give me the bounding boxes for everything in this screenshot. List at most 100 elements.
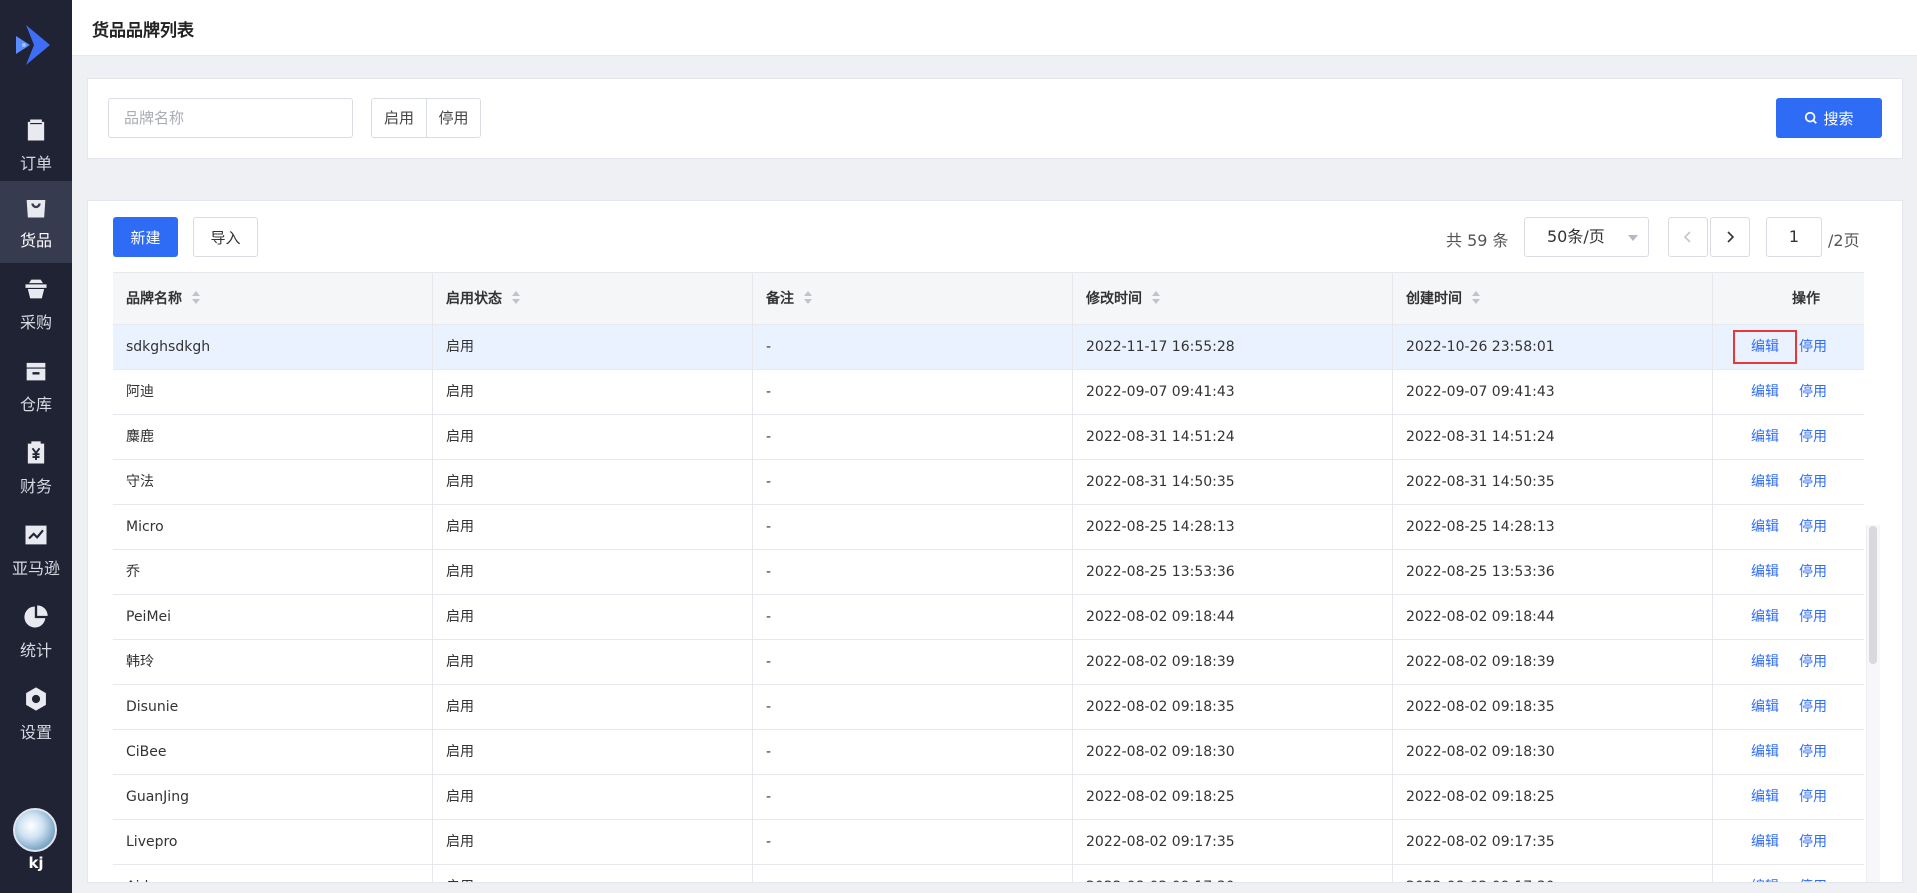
cell-actions: 编辑 停用 (1713, 865, 1864, 882)
table-row[interactable]: 阿迪 启用 -2022-09-07 09:41:43 2022-09-07 09:41… (113, 370, 1864, 415)
brand-table: 品牌名称 启用状态 备注 修改时间 创建时间 操作 sdkghsdkgh 启用 -2… (113, 272, 1864, 882)
status-disabled-option[interactable]: 停用 (426, 99, 480, 137)
cell-modified-time: 2022-08-25 13:53:36 (1073, 550, 1393, 594)
table-row[interactable]: 守法 启用 -2022-08-31 14:50:35 2022-08-31 14:50… (113, 460, 1864, 505)
disable-link[interactable]: 停用 (1799, 429, 1827, 445)
sidebar-item-finance[interactable]: 财务 (0, 427, 72, 509)
cell-actions: 编辑 停用 (1713, 415, 1864, 459)
cell-status: 启用 (433, 865, 753, 882)
disable-link[interactable]: 停用 (1799, 339, 1827, 355)
edit-link[interactable]: 编辑 (1751, 879, 1779, 882)
cell-modified-time: 2022-08-02 09:18:25 (1073, 775, 1393, 819)
sidebar-item-label: 订单 (19, 154, 52, 173)
sidebar-item-label: 采购 (19, 313, 52, 332)
chevron-down-icon (1628, 235, 1638, 241)
disable-link[interactable]: 停用 (1799, 654, 1827, 670)
sidebar-item-amazon[interactable]: 亚马逊 (0, 509, 72, 591)
edit-link[interactable]: 编辑 (1751, 429, 1779, 445)
table-row[interactable]: Livepro 启用 -2022-08-02 09:17:35 2022-08-02 … (113, 820, 1864, 865)
cell-actions: 编辑 停用 (1713, 460, 1864, 504)
cell-brand-name: sdkghsdkgh (113, 325, 433, 369)
scrollbar-thumb[interactable] (1869, 526, 1877, 664)
cell-created-time: 2022-10-26 23:58:01 (1393, 325, 1713, 369)
status-enabled-option[interactable]: 启用 (372, 99, 426, 137)
edit-link[interactable]: 编辑 (1751, 609, 1779, 625)
disable-link[interactable]: 停用 (1799, 609, 1827, 625)
table-row[interactable]: sdkghsdkgh 启用 -2022-11-17 16:55:28 2022-10-… (113, 325, 1864, 370)
table-row[interactable]: CiBee 启用 -2022-08-02 09:18:30 2022-08-02 09… (113, 730, 1864, 775)
edit-link[interactable]: 编辑 (1751, 564, 1779, 580)
table-row[interactable]: Micro 启用 -2022-08-25 14:28:13 2022-08-25 14… (113, 505, 1864, 550)
edit-link[interactable]: 编辑 (1751, 384, 1779, 400)
finance-icon (22, 439, 50, 467)
sort-icon[interactable] (1472, 291, 1480, 305)
cell-created-time: 2022-08-25 14:28:13 (1393, 505, 1713, 549)
edit-link[interactable]: 编辑 (1733, 330, 1797, 364)
gear-icon (22, 685, 50, 713)
disable-link[interactable]: 停用 (1799, 564, 1827, 580)
sidebar-item-statistics[interactable]: 统计 (0, 591, 72, 673)
column-header-actions: 操作 (1792, 291, 1820, 307)
disable-link[interactable]: 停用 (1799, 744, 1827, 760)
next-page-button[interactable] (1710, 217, 1750, 257)
cell-modified-time: 2022-08-02 09:18:35 (1073, 685, 1393, 729)
disable-link[interactable]: 停用 (1799, 789, 1827, 805)
table-row[interactable]: 麋鹿 启用 -2022-08-31 14:51:24 2022-08-31 14:51… (113, 415, 1864, 460)
cell-brand-name: Micro (113, 505, 433, 549)
cell-brand-name: GuanJing (113, 775, 433, 819)
new-button[interactable]: 新建 (113, 217, 178, 257)
search-button[interactable]: 搜索 (1776, 98, 1882, 138)
table-row[interactable]: 乔启用 -2022-08-25 13:53:36 2022-08-25 13:53:… (113, 550, 1864, 595)
brand-name-input[interactable] (108, 98, 353, 138)
total-count: 共 59 条 (1446, 231, 1509, 250)
table-row[interactable]: GuanJing 启用 -2022-08-02 09:18:25 2022-08-02… (113, 775, 1864, 820)
page-number-input[interactable]: 1 (1766, 217, 1822, 257)
sidebar-item-settings[interactable]: 设置 (0, 673, 72, 755)
disable-link[interactable]: 停用 (1799, 384, 1827, 400)
cell-brand-name: 阿迪 (113, 370, 433, 414)
sort-icon[interactable] (804, 291, 812, 305)
cell-remark: - (753, 685, 1073, 729)
column-header-created-time[interactable]: 创建时间 (1393, 273, 1713, 324)
column-header-status[interactable]: 启用状态 (433, 273, 753, 324)
page-size-select[interactable]: 50条/页 (1524, 217, 1649, 257)
edit-link[interactable]: 编辑 (1751, 699, 1779, 715)
cell-status: 启用 (433, 685, 753, 729)
prev-page-button[interactable] (1668, 217, 1708, 257)
import-button[interactable]: 导入 (193, 217, 258, 257)
table-row[interactable]: PeiMei 启用 -2022-08-02 09:18:44 2022-08-02 0… (113, 595, 1864, 640)
edit-link[interactable]: 编辑 (1751, 519, 1779, 535)
avatar[interactable] (13, 808, 57, 852)
disable-link[interactable]: 停用 (1799, 474, 1827, 490)
edit-link[interactable]: 编辑 (1751, 744, 1779, 760)
disable-link[interactable]: 停用 (1799, 879, 1827, 882)
warehouse-icon (22, 357, 50, 385)
disable-link[interactable]: 停用 (1799, 699, 1827, 715)
sort-icon[interactable] (192, 291, 200, 305)
edit-link[interactable]: 编辑 (1751, 654, 1779, 670)
edit-link[interactable]: 编辑 (1751, 789, 1779, 805)
cell-status: 启用 (433, 730, 753, 774)
sort-icon[interactable] (512, 291, 520, 305)
table-row[interactable]: 韩玲 启用 -2022-08-02 09:18:39 2022-08-02 09:18… (113, 640, 1864, 685)
sort-icon[interactable] (1152, 291, 1160, 305)
column-header-brand-name[interactable]: 品牌名称 (113, 273, 433, 324)
cell-actions: 编辑 停用 (1713, 640, 1864, 684)
cell-status: 启用 (433, 460, 753, 504)
sidebar-item-warehouse[interactable]: 仓库 (0, 345, 72, 427)
edit-link[interactable]: 编辑 (1751, 474, 1779, 490)
edit-link[interactable]: 编辑 (1751, 834, 1779, 850)
column-header-remark[interactable]: 备注 (753, 273, 1073, 324)
cell-modified-time: 2022-08-02 09:18:39 (1073, 640, 1393, 684)
cell-status: 启用 (433, 820, 753, 864)
sidebar-item-purchase[interactable]: 采购 (0, 263, 72, 345)
disable-link[interactable]: 停用 (1799, 834, 1827, 850)
table-row[interactable]: Disunie 启用 -2022-08-02 09:18:35 2022-08-02 … (113, 685, 1864, 730)
disable-link[interactable]: 停用 (1799, 519, 1827, 535)
sidebar-item-goods[interactable]: 货品 (0, 181, 72, 263)
sidebar-item-orders[interactable]: 订单 (0, 104, 72, 186)
cell-status: 启用 (433, 640, 753, 684)
table-row[interactable]: Aid启用-2022-08-02 09:17:302022-08-02 09:1… (113, 865, 1864, 882)
chevron-right-icon (1727, 231, 1735, 243)
column-header-modified-time[interactable]: 修改时间 (1073, 273, 1393, 324)
